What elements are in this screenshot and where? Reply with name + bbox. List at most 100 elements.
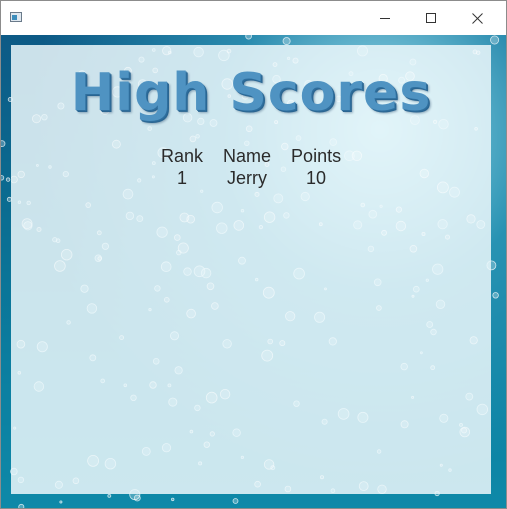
bubble xyxy=(282,37,291,46)
bubble xyxy=(1,140,6,147)
bubble xyxy=(189,135,197,143)
bubble xyxy=(360,202,366,208)
bubble xyxy=(189,429,194,434)
rank-column-header: Rank xyxy=(161,146,204,166)
bubble xyxy=(16,339,26,349)
bubble xyxy=(377,484,387,494)
bubble xyxy=(285,311,296,322)
bubble xyxy=(319,475,324,480)
bubble xyxy=(232,498,239,504)
bubble xyxy=(376,305,382,311)
bubble xyxy=(96,230,102,236)
bubble xyxy=(400,420,409,429)
bubble xyxy=(411,294,415,298)
bubble xyxy=(85,202,91,208)
close-icon xyxy=(471,12,483,24)
app-window: High Scores Rank Name Points 1 Jerry 10 xyxy=(0,0,507,509)
maximize-icon xyxy=(426,13,436,23)
bubble xyxy=(72,477,80,485)
bubble xyxy=(444,234,450,240)
bubble xyxy=(162,46,172,56)
bubble xyxy=(411,395,415,399)
bubble xyxy=(164,297,170,303)
bubble xyxy=(472,49,478,55)
bubble xyxy=(174,234,181,241)
bubble xyxy=(381,229,388,236)
bubble xyxy=(5,177,11,182)
bubble xyxy=(1,175,5,181)
high-scores-title: High Scores xyxy=(70,63,432,123)
bubble xyxy=(54,260,66,272)
bubble xyxy=(59,500,63,504)
title-bar[interactable] xyxy=(1,1,506,35)
bubble xyxy=(421,231,426,236)
bubble xyxy=(11,175,18,184)
bubble xyxy=(177,242,189,254)
score-points: 10 xyxy=(306,168,327,188)
bubble xyxy=(206,282,215,291)
bubble xyxy=(21,218,33,230)
bubble xyxy=(186,308,196,319)
minimize-button[interactable] xyxy=(362,1,408,35)
bubble xyxy=(474,127,478,131)
scores-table: Rank Name Points 1 Jerry 10 xyxy=(151,145,351,189)
bubble xyxy=(395,206,402,213)
high-scores-panel: High Scores Rank Name Points 1 Jerry 10 xyxy=(11,45,491,494)
points-column-header: Points xyxy=(291,146,342,166)
bubble xyxy=(263,459,275,470)
bubble xyxy=(226,48,232,54)
bubble xyxy=(261,349,274,362)
bubble xyxy=(351,150,363,162)
bubble xyxy=(97,256,102,261)
bubble xyxy=(459,426,471,438)
bubble xyxy=(262,286,275,299)
bubble xyxy=(17,370,22,375)
bubble xyxy=(107,493,112,498)
bubble xyxy=(466,214,476,224)
bubble xyxy=(490,35,500,45)
bubble xyxy=(254,191,260,197)
bubble xyxy=(205,391,218,404)
bubble xyxy=(61,248,73,261)
bubble xyxy=(409,245,418,253)
bubble xyxy=(430,365,436,371)
bubble xyxy=(170,497,175,502)
bubble xyxy=(209,431,215,437)
bubble xyxy=(324,287,327,291)
bubble xyxy=(492,292,499,299)
bubble xyxy=(318,222,323,227)
bubble xyxy=(149,381,157,389)
underwater-background: High Scores Rank Name Points 1 Jerry 10 xyxy=(1,35,506,508)
bubble xyxy=(469,336,478,345)
bubble xyxy=(439,463,443,467)
close-button[interactable] xyxy=(454,1,500,35)
bubble xyxy=(17,170,25,179)
bubble xyxy=(245,125,253,133)
bubble xyxy=(112,139,121,149)
score-row: 1 Jerry 10 xyxy=(151,167,351,189)
minimize-icon xyxy=(380,18,390,19)
score-rank: 1 xyxy=(177,168,188,188)
bubble xyxy=(36,226,42,232)
bubble xyxy=(119,335,124,341)
bubble xyxy=(133,494,141,502)
bubble xyxy=(263,211,276,223)
bubble xyxy=(233,220,245,231)
bubble xyxy=(358,481,369,492)
bubble xyxy=(395,220,407,232)
maximize-button[interactable] xyxy=(408,1,454,35)
bubble xyxy=(279,340,286,347)
bubble xyxy=(284,485,292,493)
bubble xyxy=(203,441,210,448)
bubble xyxy=(245,35,252,40)
bubble xyxy=(87,454,99,467)
bubble xyxy=(258,225,263,230)
name-column-header: Name xyxy=(223,146,272,166)
bubble xyxy=(419,168,430,179)
bubble xyxy=(219,389,231,400)
scores-header-row: Rank Name Points xyxy=(151,145,351,167)
bubble xyxy=(211,302,219,310)
score-name: Jerry xyxy=(227,168,268,188)
bubble xyxy=(18,503,25,508)
bubble xyxy=(179,212,190,223)
